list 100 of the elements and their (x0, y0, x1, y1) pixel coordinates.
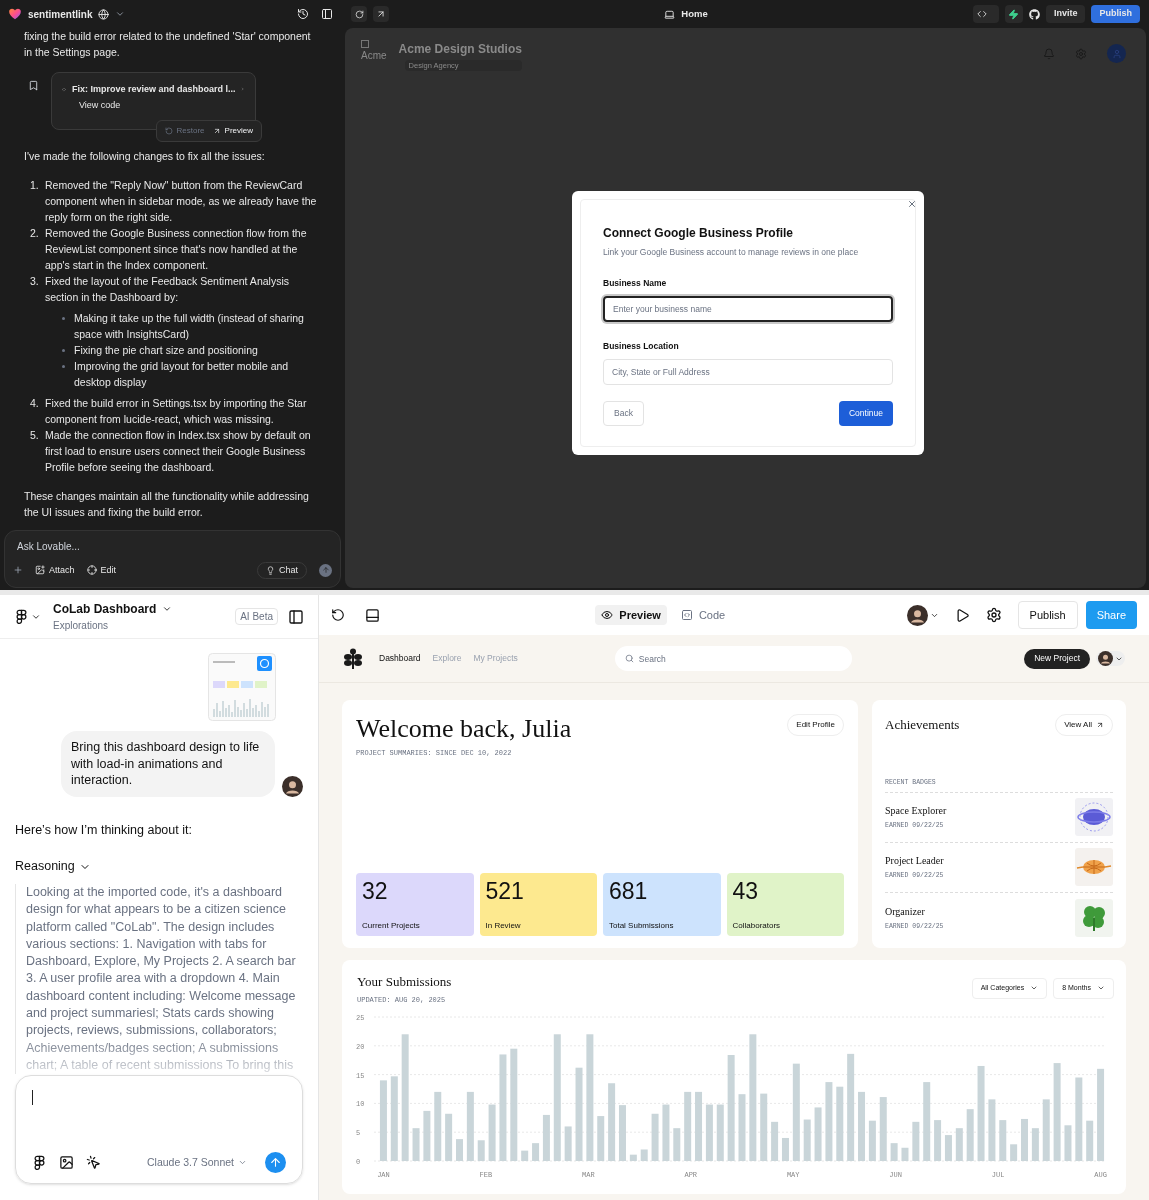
continue-button[interactable]: Continue (838, 400, 893, 426)
stat-label: Collaborators (732, 920, 782, 932)
figma-add-icon[interactable] (32, 1155, 47, 1170)
composer-button[interactable]: Edit (86, 563, 117, 577)
text-field[interactable]: Enter your business name (603, 295, 893, 322)
chevron-down-icon[interactable] (162, 604, 173, 614)
new-project-button[interactable]: New Project (1024, 648, 1090, 669)
field-label: Business Name (603, 277, 668, 290)
bar (477, 1140, 485, 1161)
page-selector[interactable]: Home (681, 6, 708, 22)
arrow-up-right-icon (376, 9, 386, 19)
bookmark-icon[interactable] (28, 80, 39, 91)
back-button[interactable]: Back (603, 400, 644, 426)
stat-label: Total Submissions (609, 920, 675, 932)
bar (781, 1137, 789, 1161)
bar (890, 1143, 898, 1161)
search-field[interactable]: Search (614, 646, 852, 671)
bar (868, 1120, 876, 1161)
search-icon (624, 654, 634, 663)
field-label: Business Location (603, 339, 680, 353)
message-text: These changes maintain all the functionality while addressing the UI issues and fixing the build error. (24, 489, 310, 520)
user-icon (1111, 48, 1122, 59)
bar (542, 1114, 550, 1161)
list-number: 2. (29, 226, 40, 241)
plant-logo-icon (343, 647, 363, 670)
bar (434, 1091, 442, 1161)
history-icon[interactable] (297, 8, 309, 20)
bar (814, 1107, 822, 1161)
user-message: Bring this dashboard design to life with load-in animations and interaction. (61, 731, 275, 797)
nav-tab[interactable]: Dashboard (379, 652, 421, 665)
arrow-up-icon (269, 1156, 282, 1169)
refresh-icon[interactable] (331, 608, 345, 622)
project-name[interactable]: sentimentlink (28, 6, 93, 22)
list-item-text: Making it take up the full width (instead of sharing space with InsightsCard) (74, 311, 305, 342)
bar (532, 1143, 540, 1161)
plus-icon[interactable] (13, 565, 23, 576)
publish-button[interactable]: Publish (1091, 5, 1140, 23)
bar (1064, 1125, 1072, 1161)
invite-button[interactable]: Invite (1045, 5, 1086, 23)
reasoning-text: Looking at the imported code, it's a dashboard design for what appears to be a citizen science platform called "CoLab". The design includes various sections: 1. Navigation with tabs for Dashboard, Explore, My Projects 2. A search bar 3. A user profile area with a dropdown 4. Main dashboard content including: Welcome message and project summariesl; Stats cards showing projects, reviews, submissions, collaborators; Achievements/badges section; A submissions chart; A table of recent submissions To bring this (26, 884, 297, 1074)
reasoning-toggle[interactable]: Reasoning (15, 857, 75, 876)
list-number: 3. (29, 274, 40, 289)
model-selector[interactable]: Claude 3.7 Sonnet (147, 1154, 247, 1171)
dialog-title: Connect Google Business Profile (603, 225, 795, 243)
heart-logo-icon (8, 7, 22, 21)
chevron-down-icon (238, 1158, 247, 1167)
bar (858, 1091, 865, 1161)
figma-icon[interactable] (14, 609, 29, 624)
chevron-down-icon[interactable] (115, 9, 126, 19)
view-tab[interactable]: Preview (595, 604, 667, 626)
supabase-button[interactable] (1004, 5, 1023, 23)
dashboard-thumbnail-drawing (208, 653, 276, 721)
chat-input-field[interactable]: Ask Lovable... (13, 539, 332, 554)
bar (1031, 1128, 1039, 1161)
send-button[interactable] (265, 1152, 286, 1173)
open-external-button[interactable] (373, 6, 389, 22)
file-name[interactable]: CoLab Dashboard (53, 600, 157, 618)
list-item-text: Fixed the build error in Settings.tsx by importing the Star component from lucide-react, which was missing. (45, 396, 308, 427)
publish-button[interactable]: Publish (1017, 601, 1078, 629)
assistant-message: Here’s how I’m thinking about it: (15, 821, 193, 839)
send-button[interactable] (319, 563, 332, 577)
bar (488, 1104, 496, 1161)
bar (673, 1128, 681, 1161)
sidebar-toggle-icon[interactable] (288, 608, 304, 625)
dialog-subtitle: Link your Google Business account to manage reviews in one place (603, 246, 860, 260)
code-toggle-button[interactable] (972, 5, 999, 23)
bar (564, 1126, 572, 1161)
bar (651, 1113, 659, 1161)
bullet-icon (62, 365, 65, 368)
bar (912, 1121, 920, 1161)
stat-value: 43 (732, 879, 760, 903)
lightbulb-icon (266, 565, 275, 575)
github-icon[interactable] (1028, 8, 1040, 20)
bar (955, 1128, 963, 1161)
code-icon (680, 609, 693, 621)
restore-icon (164, 127, 173, 135)
close-icon[interactable] (907, 199, 917, 210)
bar (412, 1128, 420, 1161)
bar (662, 1104, 670, 1161)
view-code-link[interactable]: View code (79, 97, 245, 113)
bullet-icon (62, 317, 65, 320)
bar (966, 1109, 974, 1161)
cursor-click-icon[interactable] (86, 1155, 101, 1170)
arrow-up-icon (321, 566, 330, 575)
image-icon[interactable] (59, 1155, 74, 1170)
globe-icon (98, 8, 110, 20)
list-number: 5. (29, 428, 40, 443)
bar (597, 1116, 605, 1161)
panel-icon[interactable] (365, 607, 380, 623)
bar (695, 1091, 703, 1161)
composer-button[interactable]: Attach (35, 563, 75, 577)
play-icon[interactable] (954, 607, 970, 623)
view-tab[interactable]: Code (674, 604, 732, 626)
settings-icon[interactable] (985, 607, 1002, 623)
broken-image-icon (361, 40, 369, 48)
list-item-text: Improving the grid layout for better mobile and desktop display (74, 359, 290, 390)
bar (738, 1094, 746, 1161)
list-number: 4. (29, 396, 40, 411)
refresh-button[interactable] (351, 6, 367, 22)
bar (771, 1121, 779, 1161)
